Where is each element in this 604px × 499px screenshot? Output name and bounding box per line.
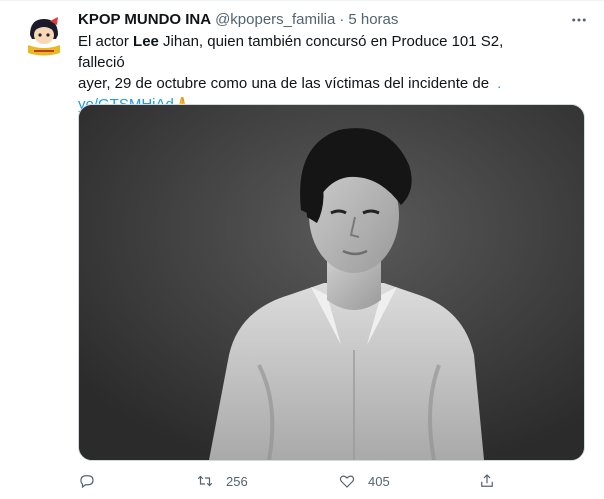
tweet-text-line-2: ayer, 29 de octubre como una de las víct… (78, 75, 502, 92)
avatar-logo-icon (20, 11, 68, 59)
author-handle[interactable]: @kpopers_familia (215, 11, 335, 28)
share-button[interactable] (478, 469, 496, 493)
tweet[interactable]: KPOP MUNDO INA @kpopers_familia · 5 horas E… (0, 0, 604, 499)
heart-icon (339, 475, 355, 488)
retweet-icon (197, 475, 213, 487)
portrait-photo (79, 105, 584, 460)
tweet-time[interactable]: 5 horas (348, 11, 398, 28)
tweet-text: El actor Lee Jihan, quien también concur… (78, 31, 508, 115)
bold-name: Lee (133, 33, 159, 50)
avatar[interactable] (20, 11, 68, 59)
retweet-button[interactable]: 256 (196, 469, 248, 493)
time-separator: · (339, 11, 345, 28)
tweet-actions: 256 405 (74, 469, 594, 493)
more-options-button[interactable] (568, 9, 590, 31)
retweet-count: 256 (226, 473, 248, 489)
more-dots-icon (572, 18, 586, 22)
reply-icon (80, 475, 94, 489)
tweet-photo[interactable] (78, 104, 585, 461)
author-name[interactable]: KPOP MUNDO INA (78, 11, 211, 28)
share-icon (481, 474, 493, 487)
like-button[interactable]: 405 (338, 469, 390, 493)
like-count: 405 (368, 473, 390, 489)
reply-button[interactable] (78, 469, 108, 493)
tweet-link-end[interactable]: . (497, 75, 501, 92)
tweet-header: KPOP MUNDO INA @kpopers_familia · 5 horas (78, 9, 584, 31)
tweet-text-line-1: El actor Lee Jihan, quien también concur… (78, 33, 504, 71)
